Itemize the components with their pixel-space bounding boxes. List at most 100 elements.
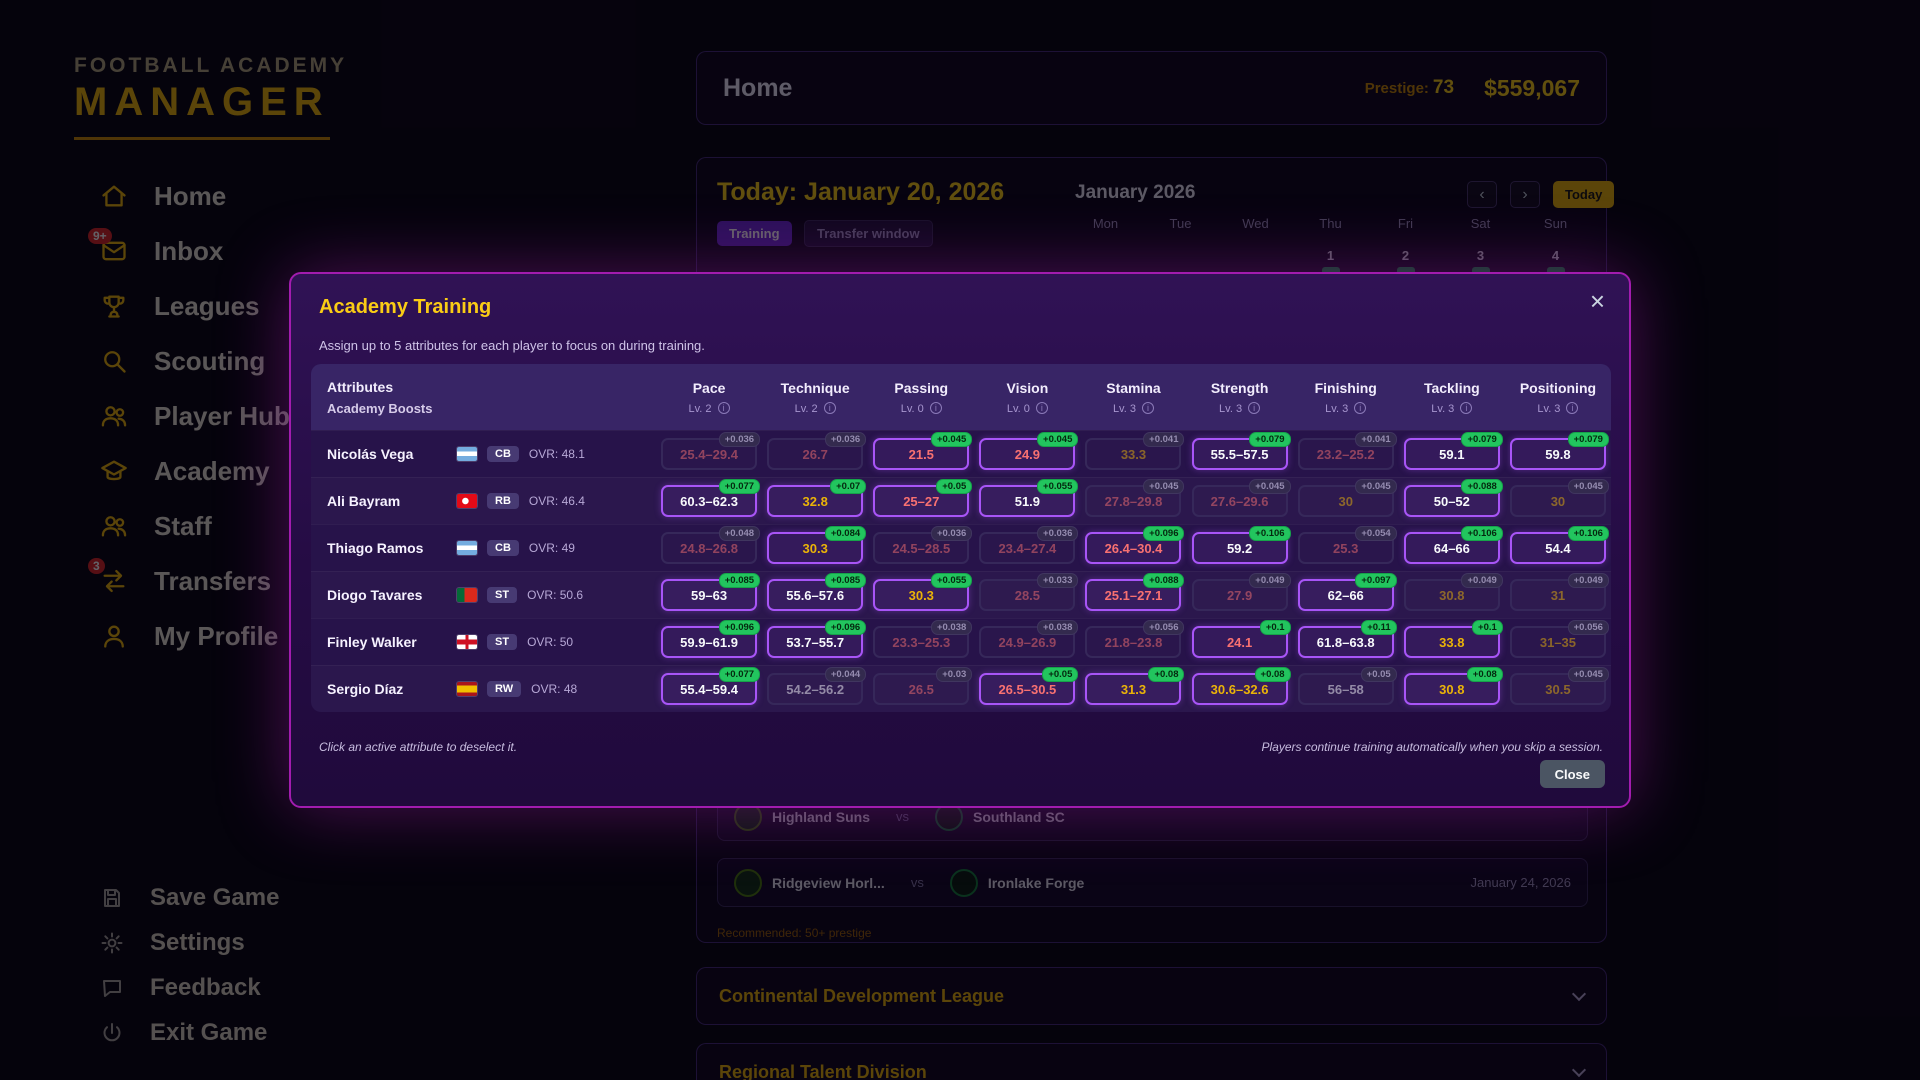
attr-cell-strength[interactable]: 55.5–57.5 +0.079 xyxy=(1191,432,1291,470)
info-icon[interactable]: i xyxy=(1035,401,1048,414)
attr-cell-pace[interactable]: 25.4–29.4 +0.036 xyxy=(661,432,761,470)
attr-value: 30 xyxy=(1338,493,1353,509)
column-header-positioning: Positioning Lv. 3 i xyxy=(1505,380,1611,415)
attr-cell-finishing[interactable]: 56–58 +0.05 xyxy=(1297,667,1397,705)
modal-close-button[interactable]: Close xyxy=(1539,760,1605,788)
attr-cell-technique[interactable]: 26.7 +0.036 xyxy=(767,432,867,470)
attr-cell-technique[interactable]: 32.8 +0.07 xyxy=(767,479,867,517)
attr-cell-finishing[interactable]: 62–66 +0.097 xyxy=(1297,573,1397,611)
info-icon[interactable]: i xyxy=(1460,401,1473,414)
attr-value: 27.9 xyxy=(1226,587,1253,603)
boost-badge: +0.08 xyxy=(1254,667,1291,682)
attr-value: 26.5 xyxy=(908,681,934,697)
attr-cell-passing[interactable]: 30.3 +0.055 xyxy=(873,573,973,611)
attr-cell-tackling[interactable]: 64–66 +0.106 xyxy=(1403,526,1503,564)
boost-badge: +0.054 xyxy=(1355,526,1397,541)
attr-cell-passing[interactable]: 26.5 +0.03 xyxy=(873,667,973,705)
attr-cell-finishing[interactable]: 30 +0.045 xyxy=(1297,479,1397,517)
attr-cell-strength[interactable]: 59.2 +0.106 xyxy=(1191,526,1291,564)
attr-cell-passing[interactable]: 25–27 +0.05 xyxy=(873,479,973,517)
attr-cell-passing[interactable]: 21.5 +0.045 xyxy=(873,432,973,470)
attr-cell-positioning[interactable]: 30 +0.045 xyxy=(1509,479,1609,517)
attr-value: 24.9 xyxy=(1014,446,1041,462)
info-icon[interactable]: i xyxy=(1248,401,1261,414)
attr-cell-positioning[interactable]: 30.5 +0.045 xyxy=(1509,667,1609,705)
attr-cell-pace[interactable]: 55.4–59.4 +0.077 xyxy=(661,667,761,705)
attr-cell-finishing[interactable]: 25.3 +0.054 xyxy=(1297,526,1397,564)
attr-cell-stamina[interactable]: 31.3 +0.08 xyxy=(1085,667,1185,705)
attr-value: 27.6–29.6 xyxy=(1210,493,1269,509)
attr-cell-stamina[interactable]: 21.8–23.8 +0.056 xyxy=(1085,620,1185,658)
info-icon[interactable]: i xyxy=(717,401,730,414)
boost-level-label: Lv. 3 i xyxy=(1399,401,1505,415)
attr-value: 24.5–28.5 xyxy=(892,540,951,556)
boost-badge: +0.088 xyxy=(1461,479,1503,494)
boost-badge: +0.036 xyxy=(718,432,761,447)
training-table-body: Nicolás Vega CB OVR: 48.1 25.4–29.4 +0.036 26… xyxy=(311,430,1611,712)
attr-cell-tackling[interactable]: 30.8 +0.049 xyxy=(1403,573,1503,611)
attr-cell-tackling[interactable]: 33.8 +0.1 xyxy=(1403,620,1503,658)
modal-footer-note-left: Click an active attribute to deselect it… xyxy=(319,740,518,754)
attr-cell-passing[interactable]: 23.3–25.3 +0.038 xyxy=(873,620,973,658)
attr-cell-vision[interactable]: 23.4–27.4 +0.036 xyxy=(979,526,1079,564)
boost-level-label: Lv. 3 i xyxy=(1505,401,1611,415)
boost-badge: +0.041 xyxy=(1355,432,1397,447)
info-icon[interactable]: i xyxy=(823,401,836,414)
attr-cell-stamina[interactable]: 27.8–29.8 +0.045 xyxy=(1085,479,1185,517)
attr-cell-pace[interactable]: 59.9–61.9 +0.096 xyxy=(661,620,761,658)
attr-cell-strength[interactable]: 27.9 +0.049 xyxy=(1191,573,1291,611)
attr-cell-vision[interactable]: 24.9–26.9 +0.038 xyxy=(979,620,1079,658)
player-ovr: OVR: 48.1 xyxy=(528,447,585,461)
attr-cell-technique[interactable]: 54.2–56.2 +0.044 xyxy=(767,667,867,705)
close-icon[interactable]: × xyxy=(1590,288,1605,314)
attr-cell-positioning[interactable]: 31 +0.049 xyxy=(1509,573,1609,611)
column-header-stamina: Stamina Lv. 3 i xyxy=(1080,380,1186,415)
boost-badge: +0.085 xyxy=(824,573,867,588)
attr-value: 59.1 xyxy=(1439,446,1465,462)
player-name: Sergio Díaz xyxy=(327,681,404,697)
training-table: Attributes Academy Boosts Pace Lv. 2 i Techn… xyxy=(311,364,1611,712)
player-name: Nicolás Vega xyxy=(327,446,414,462)
attr-cell-finishing[interactable]: 61.8–63.8 +0.11 xyxy=(1297,620,1397,658)
info-icon[interactable]: i xyxy=(1354,401,1367,414)
attr-cell-positioning[interactable]: 54.4 +0.106 xyxy=(1509,526,1609,564)
info-icon[interactable]: i xyxy=(1566,401,1579,414)
attr-cell-vision[interactable]: 24.9 +0.045 xyxy=(979,432,1079,470)
boost-badge: +0.036 xyxy=(824,432,867,447)
boost-badge: +0.049 xyxy=(1249,573,1291,588)
attr-value: 56–58 xyxy=(1327,681,1364,697)
column-header-vision: Vision Lv. 0 i xyxy=(974,380,1080,415)
attr-cell-technique[interactable]: 53.7–55.7 +0.096 xyxy=(767,620,867,658)
attr-cell-pace[interactable]: 24.8–26.8 +0.048 xyxy=(661,526,761,564)
attr-cell-strength[interactable]: 27.6–29.6 +0.045 xyxy=(1191,479,1291,517)
boost-badge: +0.049 xyxy=(1567,573,1609,588)
attr-cell-positioning[interactable]: 31–35 +0.056 xyxy=(1509,620,1609,658)
info-icon[interactable]: i xyxy=(1142,401,1155,414)
attr-cell-vision[interactable]: 28.5 +0.033 xyxy=(979,573,1079,611)
attr-cell-strength[interactable]: 30.6–32.6 +0.08 xyxy=(1191,667,1291,705)
attr-cell-tackling[interactable]: 59.1 +0.079 xyxy=(1403,432,1503,470)
attr-cell-finishing[interactable]: 23.2–25.2 +0.041 xyxy=(1297,432,1397,470)
boost-badge: +0.084 xyxy=(824,526,867,541)
attr-cell-stamina[interactable]: 25.1–27.1 +0.088 xyxy=(1085,573,1185,611)
attr-value: 54.4 xyxy=(1545,540,1571,556)
attr-cell-technique[interactable]: 55.6–57.6 +0.085 xyxy=(767,573,867,611)
attr-value: 55.4–59.4 xyxy=(680,681,738,697)
attr-cell-strength[interactable]: 24.1 +0.1 xyxy=(1191,620,1291,658)
attr-cell-vision[interactable]: 51.9 +0.055 xyxy=(979,479,1079,517)
flag-icon-en xyxy=(457,635,477,649)
attr-cell-pace[interactable]: 59–63 +0.085 xyxy=(661,573,761,611)
attr-cell-technique[interactable]: 30.3 +0.084 xyxy=(767,526,867,564)
position-badge: CB xyxy=(487,540,519,556)
attr-cell-vision[interactable]: 26.5–30.5 +0.05 xyxy=(979,667,1079,705)
attr-cell-stamina[interactable]: 33.3 +0.041 xyxy=(1085,432,1185,470)
attr-cell-passing[interactable]: 24.5–28.5 +0.036 xyxy=(873,526,973,564)
info-icon[interactable]: i xyxy=(929,401,942,414)
attr-cell-positioning[interactable]: 59.8 +0.079 xyxy=(1509,432,1609,470)
attr-cell-pace[interactable]: 60.3–62.3 +0.077 xyxy=(661,479,761,517)
attr-value: 59.9–61.9 xyxy=(680,634,738,650)
attr-cell-stamina[interactable]: 26.4–30.4 +0.096 xyxy=(1085,526,1185,564)
boost-badge: +0.08 xyxy=(1148,667,1185,682)
attr-cell-tackling[interactable]: 30.8 +0.08 xyxy=(1403,667,1503,705)
attr-cell-tackling[interactable]: 50–52 +0.088 xyxy=(1403,479,1503,517)
